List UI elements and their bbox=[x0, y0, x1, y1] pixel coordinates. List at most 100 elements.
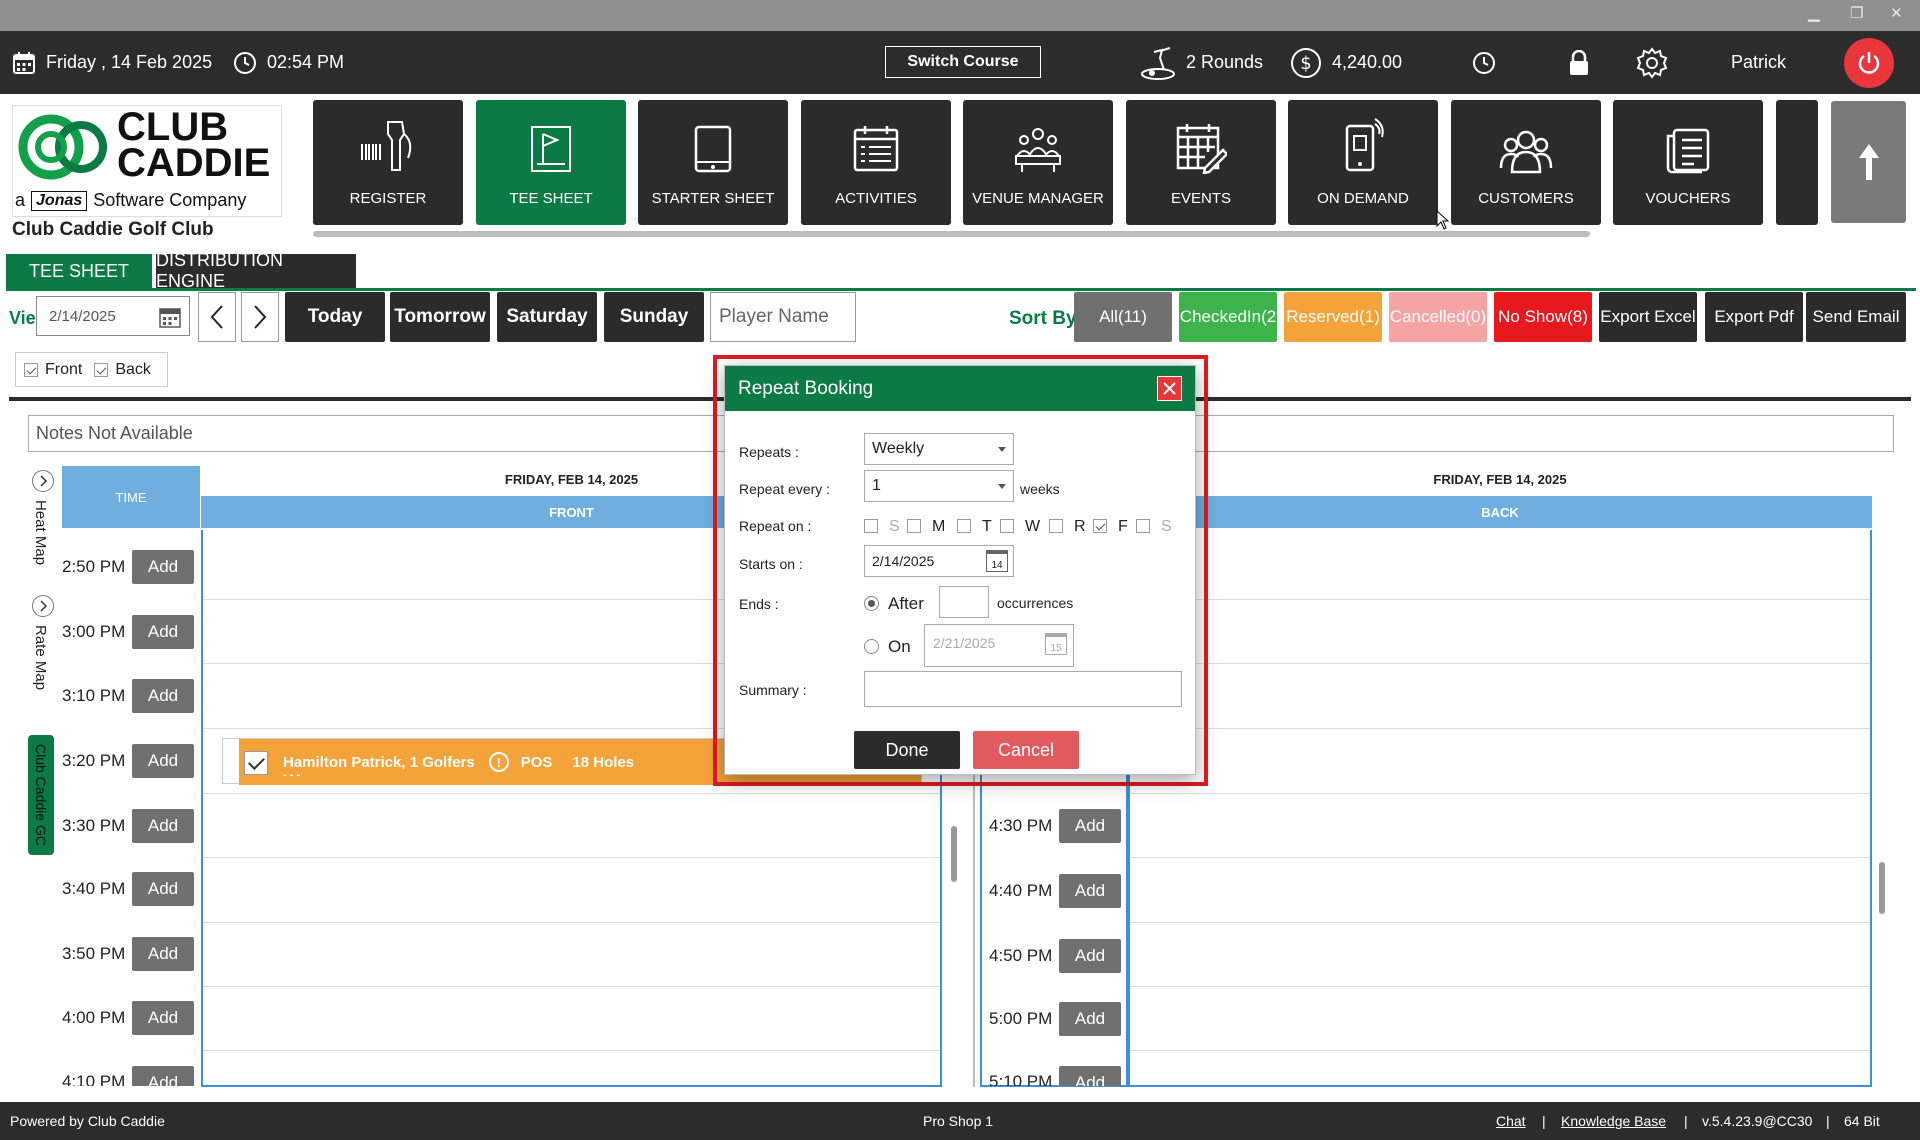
calendar-icon[interactable]: 14 bbox=[986, 550, 1008, 572]
repeats-select[interactable]: Weekly bbox=[864, 433, 1014, 465]
day-wednesday-checkbox[interactable] bbox=[1000, 519, 1014, 533]
club-side-tab[interactable]: Club Caddie GC bbox=[28, 735, 54, 855]
filter-reserved-button[interactable]: Reserved(1) bbox=[1284, 292, 1382, 342]
restore-icon[interactable]: ❐ bbox=[1850, 4, 1863, 22]
balance-display[interactable]: $ 4,240.00 bbox=[1290, 31, 1402, 94]
add-booking-button[interactable]: Add bbox=[132, 1001, 194, 1035]
front-checkbox[interactable] bbox=[24, 362, 38, 377]
calendar-icon[interactable] bbox=[159, 306, 181, 328]
nav-vouchers[interactable]: VOUCHERS bbox=[1613, 100, 1763, 225]
nav-tee-sheet[interactable]: TEE SHEET bbox=[476, 100, 626, 225]
booking-checkbox[interactable] bbox=[244, 751, 268, 775]
slot-divider bbox=[203, 793, 940, 794]
done-button[interactable]: Done bbox=[854, 731, 960, 769]
dialog-title: Repeat Booking bbox=[738, 377, 874, 399]
add-booking-button[interactable]: Add bbox=[132, 937, 194, 971]
add-booking-button[interactable]: Add bbox=[132, 550, 194, 584]
chat-link[interactable]: Chat bbox=[1496, 1113, 1526, 1129]
nav-customers[interactable]: CUSTOMERS bbox=[1451, 100, 1601, 225]
day-monday-checkbox[interactable] bbox=[907, 519, 921, 533]
dialog-close-button[interactable] bbox=[1157, 376, 1182, 401]
cancel-button[interactable]: Cancel bbox=[973, 731, 1079, 769]
nav-starter-sheet[interactable]: STARTER SHEET bbox=[638, 100, 788, 225]
ends-on-radio[interactable] bbox=[864, 639, 879, 654]
minimize-icon[interactable]: ▁ bbox=[1808, 4, 1820, 22]
add-booking-button[interactable]: Add bbox=[1059, 874, 1121, 908]
nav-activities[interactable]: ACTIVITIES bbox=[801, 100, 951, 225]
end-date-input[interactable]: 2/21/2025 15 bbox=[924, 624, 1074, 667]
history-button[interactable] bbox=[1472, 31, 1496, 94]
summary-label: Summary : bbox=[739, 682, 807, 698]
export-pdf-button[interactable]: Export Pdf bbox=[1705, 292, 1803, 342]
add-booking-button[interactable]: Add bbox=[1059, 1066, 1121, 1086]
summary-field[interactable] bbox=[864, 671, 1182, 707]
player-name-input[interactable]: Player Name bbox=[710, 292, 856, 342]
add-booking-button[interactable]: Add bbox=[1059, 939, 1121, 973]
user-name[interactable]: Patrick bbox=[1731, 31, 1786, 94]
day-friday-label: F bbox=[1118, 518, 1128, 535]
add-booking-button[interactable]: Add bbox=[1059, 1002, 1121, 1036]
tab-tee-sheet[interactable]: TEE SHEET bbox=[6, 254, 152, 288]
sunday-button[interactable]: Sunday bbox=[604, 292, 704, 342]
filter-cancelled-button[interactable]: Cancelled(0) bbox=[1389, 292, 1487, 342]
close-icon bbox=[1163, 382, 1176, 395]
mouse-cursor-icon bbox=[1436, 210, 1450, 230]
nav-on-demand[interactable]: ON DEMAND bbox=[1288, 100, 1438, 225]
rate-map-toggle[interactable] bbox=[32, 595, 54, 617]
day-friday-checkbox[interactable] bbox=[1093, 519, 1107, 533]
lock-button[interactable] bbox=[1568, 31, 1590, 94]
filter-checked-in-button[interactable]: CheckedIn(2 bbox=[1179, 292, 1277, 342]
power-button[interactable] bbox=[1844, 38, 1894, 88]
add-booking-button[interactable]: Add bbox=[132, 744, 194, 778]
slot-divider bbox=[203, 986, 940, 987]
tomorrow-button[interactable]: Tomorrow bbox=[390, 292, 490, 342]
status-bar: Powered by Club Caddie Pro Shop 1 Chat |… bbox=[0, 1102, 1920, 1140]
switch-course-button[interactable]: Switch Course bbox=[885, 46, 1041, 78]
nav-more[interactable] bbox=[1776, 100, 1818, 225]
nav-events[interactable]: EVENTS bbox=[1126, 100, 1276, 225]
start-date-input[interactable]: 2/14/2025 14 bbox=[864, 545, 1014, 577]
nav-register[interactable]: REGISTER bbox=[313, 100, 463, 225]
repeat-every-select[interactable]: 1 bbox=[864, 470, 1014, 502]
prev-day-button[interactable] bbox=[198, 292, 236, 342]
add-booking-button[interactable]: Add bbox=[1059, 809, 1121, 843]
send-email-button[interactable]: Send Email bbox=[1806, 292, 1906, 342]
add-booking-button[interactable]: Add bbox=[132, 679, 194, 713]
add-booking-button[interactable]: Add bbox=[132, 872, 194, 906]
occurrences-input[interactable] bbox=[939, 586, 989, 618]
next-day-button[interactable] bbox=[241, 292, 279, 342]
add-booking-button[interactable]: Add bbox=[132, 1066, 194, 1086]
tab-distribution-engine[interactable]: DISTRIBUTION ENGINE bbox=[156, 250, 356, 291]
rounds-count: 2 Rounds bbox=[1186, 52, 1264, 72]
heat-map-toggle[interactable] bbox=[32, 470, 54, 492]
back-scrollbar[interactable] bbox=[1879, 862, 1885, 914]
knowledge-base-link[interactable]: Knowledge Base bbox=[1561, 1113, 1666, 1129]
back-checkbox[interactable] bbox=[94, 362, 109, 377]
day-thursday-checkbox[interactable] bbox=[1049, 519, 1063, 533]
day-tuesday-checkbox[interactable] bbox=[957, 519, 971, 533]
nav-venue-manager[interactable]: VENUE MANAGER bbox=[963, 100, 1113, 225]
chevron-down-icon bbox=[998, 484, 1006, 489]
time-display: 02:54 PM bbox=[233, 31, 344, 94]
nav-label: REGISTER bbox=[349, 190, 427, 207]
rounds-display[interactable]: 2 Rounds bbox=[1140, 31, 1263, 94]
front-label: Front bbox=[45, 360, 83, 378]
add-booking-button[interactable]: Add bbox=[132, 615, 194, 649]
day-sunday-label: S bbox=[889, 518, 900, 535]
repeat-every-value: 1 bbox=[872, 477, 881, 494]
close-window-icon[interactable]: ✕ bbox=[1890, 4, 1903, 22]
front-scrollbar[interactable] bbox=[951, 826, 957, 882]
alert-icon[interactable]: ! bbox=[488, 752, 509, 772]
back-label: Back bbox=[115, 360, 151, 378]
scroll-up-button[interactable] bbox=[1831, 101, 1906, 223]
nav-scrollbar[interactable] bbox=[313, 231, 1590, 237]
saturday-button[interactable]: Saturday bbox=[497, 292, 597, 342]
filter-all-button[interactable]: All(11) bbox=[1074, 292, 1172, 342]
filter-no-show-button[interactable]: No Show(8) bbox=[1494, 292, 1592, 342]
date-picker-input[interactable]: 2/14/2025 bbox=[36, 296, 190, 336]
add-booking-button[interactable]: Add bbox=[132, 809, 194, 843]
today-button[interactable]: Today bbox=[285, 292, 385, 342]
settings-button[interactable] bbox=[1636, 31, 1668, 94]
ends-after-radio[interactable] bbox=[864, 596, 879, 611]
export-excel-button[interactable]: Export Excel bbox=[1599, 292, 1697, 342]
